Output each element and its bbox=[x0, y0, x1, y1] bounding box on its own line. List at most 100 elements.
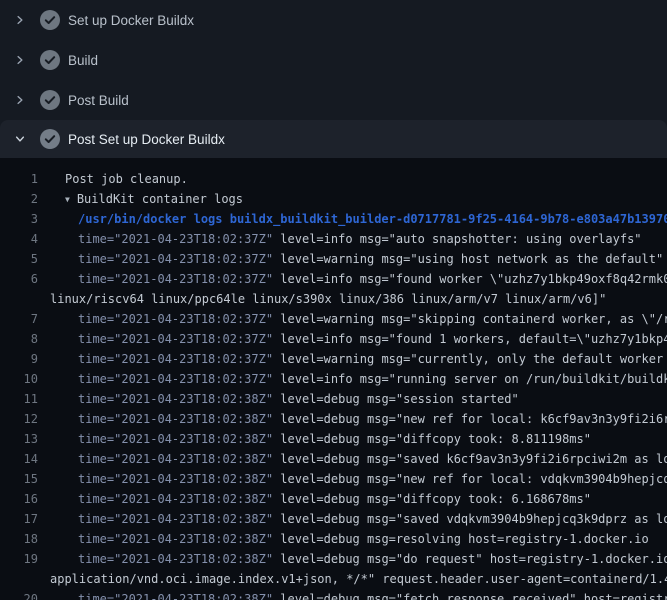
steps-list: Set up Docker Buildx Build Post Build bbox=[0, 0, 667, 158]
check-circle-icon bbox=[40, 50, 60, 70]
step-row-setup-docker-buildx[interactable]: Set up Docker Buildx bbox=[0, 0, 667, 40]
log-rows: 1 Post job cleanup. 2 ▼ BuildKit containe… bbox=[0, 169, 667, 600]
log-timestamp: time="2021-04-23T18:02:38Z" bbox=[78, 512, 273, 526]
step-label: Post Set up Docker Buildx bbox=[68, 132, 225, 147]
log-line-number[interactable]: 14 bbox=[0, 449, 38, 469]
log-message: level=debug msg="do request" host=regist… bbox=[273, 552, 667, 566]
log-line-number[interactable]: 18 bbox=[0, 529, 38, 549]
log-message: linux/riscv64 linux/ppc64le linux/s390x … bbox=[50, 292, 606, 306]
log-message: level=warning msg="skipping containerd w… bbox=[273, 312, 667, 326]
log-message: application/vnd.oci.image.index.v1+json,… bbox=[50, 572, 667, 586]
log-line: 4 time="2021-04-23T18:02:37Z" level=info… bbox=[0, 229, 667, 249]
check-circle-icon bbox=[40, 90, 60, 110]
log-line: 13 time="2021-04-23T18:02:38Z" level=deb… bbox=[0, 429, 667, 449]
log-panel: 1 Post job cleanup. 2 ▼ BuildKit containe… bbox=[0, 158, 667, 600]
log-timestamp: time="2021-04-23T18:02:38Z" bbox=[78, 532, 273, 546]
step-row-post-build[interactable]: Post Build bbox=[0, 80, 667, 120]
log-timestamp: time="2021-04-23T18:02:38Z" bbox=[78, 432, 273, 446]
chevron-right-icon bbox=[12, 12, 28, 28]
group-expanded-triangle-icon[interactable]: ▼ bbox=[65, 195, 70, 204]
log-line: 1 Post job cleanup. bbox=[0, 169, 667, 189]
step-label: Post Build bbox=[68, 93, 129, 108]
log-timestamp: time="2021-04-23T18:02:38Z" bbox=[78, 452, 273, 466]
log-line: linux/riscv64 linux/ppc64le linux/s390x … bbox=[0, 289, 667, 309]
log-line-number[interactable]: 20 bbox=[0, 589, 38, 600]
log-line-number[interactable]: 8 bbox=[0, 329, 38, 349]
log-message: level=info msg="found 1 workers, default… bbox=[273, 332, 667, 346]
log-message: level=debug msg="saved vdqkvm3904b9hepjc… bbox=[273, 512, 667, 526]
log-message: level=info msg="found worker \"uzhz7y1bk… bbox=[273, 272, 667, 286]
log-line-number[interactable]: 16 bbox=[0, 489, 38, 509]
log-line-number[interactable]: 6 bbox=[0, 269, 38, 289]
log-line: 9 time="2021-04-23T18:02:37Z" level=warn… bbox=[0, 349, 667, 369]
log-line-number[interactable]: 10 bbox=[0, 369, 38, 389]
log-line-number[interactable] bbox=[0, 569, 38, 589]
log-timestamp: time="2021-04-23T18:02:38Z" bbox=[78, 592, 273, 600]
log-line-number[interactable]: 4 bbox=[0, 229, 38, 249]
log-line: 2 ▼ BuildKit container logs bbox=[0, 189, 667, 209]
log-line-number[interactable]: 11 bbox=[0, 389, 38, 409]
log-message: level=debug msg="fetch response received… bbox=[273, 592, 667, 600]
log-timestamp: time="2021-04-23T18:02:37Z" bbox=[78, 352, 273, 366]
log-line: 17 time="2021-04-23T18:02:38Z" level=deb… bbox=[0, 509, 667, 529]
step-row-build[interactable]: Build bbox=[0, 40, 667, 80]
log-timestamp: time="2021-04-23T18:02:38Z" bbox=[78, 492, 273, 506]
log-timestamp: time="2021-04-23T18:02:38Z" bbox=[78, 412, 273, 426]
log-line: application/vnd.oci.image.index.v1+json,… bbox=[0, 569, 667, 589]
log-message: level=debug msg="new ref for local: vdqk… bbox=[273, 472, 667, 486]
log-line-number[interactable]: 9 bbox=[0, 349, 38, 369]
log-message: level=debug msg="new ref for local: k6cf… bbox=[273, 412, 667, 426]
log-line: 14 time="2021-04-23T18:02:38Z" level=deb… bbox=[0, 449, 667, 469]
log-message: level=debug msg=resolving host=registry-… bbox=[273, 532, 649, 546]
log-timestamp: time="2021-04-23T18:02:37Z" bbox=[78, 232, 273, 246]
log-line: 15 time="2021-04-23T18:02:38Z" level=deb… bbox=[0, 469, 667, 489]
actions-log-viewer: Set up Docker Buildx Build Post Build bbox=[0, 0, 667, 600]
log-message: level=debug msg="diffcopy took: 8.811198… bbox=[273, 432, 591, 446]
log-line-number[interactable]: 5 bbox=[0, 249, 38, 269]
log-line: 11 time="2021-04-23T18:02:38Z" level=deb… bbox=[0, 389, 667, 409]
log-line-number[interactable] bbox=[0, 289, 38, 309]
chevron-down-icon bbox=[12, 131, 28, 147]
log-message: level=warning msg="currently, only the d… bbox=[273, 352, 667, 366]
log-line: 20 time="2021-04-23T18:02:38Z" level=deb… bbox=[0, 589, 667, 600]
log-message: level=warning msg="using host network as… bbox=[273, 252, 663, 266]
log-line: 10 time="2021-04-23T18:02:37Z" level=inf… bbox=[0, 369, 667, 389]
log-timestamp: time="2021-04-23T18:02:37Z" bbox=[78, 372, 273, 386]
log-timestamp: time="2021-04-23T18:02:37Z" bbox=[78, 332, 273, 346]
log-message: level=debug msg="diffcopy took: 6.168678… bbox=[273, 492, 591, 506]
log-line: 5 time="2021-04-23T18:02:37Z" level=warn… bbox=[0, 249, 667, 269]
log-message: /usr/bin/docker logs buildx_buildkit_bui… bbox=[78, 212, 667, 226]
log-timestamp: time="2021-04-23T18:02:38Z" bbox=[78, 472, 273, 486]
log-message: level=info msg="running server on /run/b… bbox=[273, 372, 667, 386]
step-row-post-setup-docker-buildx[interactable]: Post Set up Docker Buildx bbox=[0, 120, 667, 158]
log-timestamp: time="2021-04-23T18:02:38Z" bbox=[78, 552, 273, 566]
log-line: 19 time="2021-04-23T18:02:38Z" level=deb… bbox=[0, 549, 667, 569]
log-line-number[interactable]: 1 bbox=[0, 169, 38, 189]
log-line: 6 time="2021-04-23T18:02:37Z" level=info… bbox=[0, 269, 667, 289]
log-line: 7 time="2021-04-23T18:02:37Z" level=warn… bbox=[0, 309, 667, 329]
log-line-number[interactable]: 3 bbox=[0, 209, 38, 229]
log-line-number[interactable]: 15 bbox=[0, 469, 38, 489]
chevron-right-icon bbox=[12, 52, 28, 68]
check-circle-icon bbox=[40, 10, 60, 30]
log-line: 16 time="2021-04-23T18:02:38Z" level=deb… bbox=[0, 489, 667, 509]
log-timestamp: time="2021-04-23T18:02:37Z" bbox=[78, 252, 273, 266]
log-message: BuildKit container logs bbox=[77, 192, 243, 206]
log-line: 8 time="2021-04-23T18:02:37Z" level=info… bbox=[0, 329, 667, 349]
log-message: Post job cleanup. bbox=[65, 172, 188, 186]
log-line-number[interactable]: 2 bbox=[0, 189, 38, 209]
log-line-number[interactable]: 7 bbox=[0, 309, 38, 329]
log-line-number[interactable]: 17 bbox=[0, 509, 38, 529]
log-line: 18 time="2021-04-23T18:02:38Z" level=deb… bbox=[0, 529, 667, 549]
log-timestamp: time="2021-04-23T18:02:37Z" bbox=[78, 272, 273, 286]
log-timestamp: time="2021-04-23T18:02:37Z" bbox=[78, 312, 273, 326]
log-line-number[interactable]: 19 bbox=[0, 549, 38, 569]
check-circle-icon bbox=[40, 129, 60, 149]
log-timestamp: time="2021-04-23T18:02:38Z" bbox=[78, 392, 273, 406]
chevron-right-icon bbox=[12, 92, 28, 108]
log-line-number[interactable]: 13 bbox=[0, 429, 38, 449]
step-label: Build bbox=[68, 53, 98, 68]
log-message: level=debug msg="session started" bbox=[273, 392, 519, 406]
log-line-number[interactable]: 12 bbox=[0, 409, 38, 429]
step-label: Set up Docker Buildx bbox=[68, 13, 194, 28]
